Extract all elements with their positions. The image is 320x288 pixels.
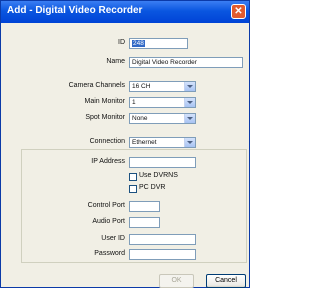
ip-address-label: IP Address: [91, 158, 125, 165]
close-icon: ✕: [234, 6, 243, 17]
user-id-field[interactable]: [129, 234, 196, 245]
pc-dvr-checkbox[interactable]: [129, 185, 137, 193]
use-dvrns-label: Use DVRNS: [139, 172, 178, 179]
control-port-label: Control Port: [87, 202, 125, 209]
spot-monitor-label: Spot Monitor: [85, 114, 125, 121]
connection-label: Connection: [89, 138, 125, 145]
password-label: Password: [94, 250, 125, 257]
connection-select[interactable]: Ethernet: [129, 137, 196, 148]
use-dvrns-checkbox[interactable]: [129, 173, 137, 181]
spot-monitor-value: None: [132, 115, 148, 122]
audio-port-field[interactable]: [129, 217, 160, 228]
main-monitor-label: Main Monitor: [84, 98, 125, 105]
camera-channels-label: Camera Channels: [68, 82, 125, 89]
main-monitor-value: 1: [132, 99, 136, 106]
id-field[interactable]: 248: [129, 38, 188, 49]
spot-monitor-select[interactable]: None: [129, 113, 196, 124]
name-label: Name: [106, 58, 125, 65]
ok-button[interactable]: OK: [159, 274, 194, 288]
close-button[interactable]: ✕: [231, 4, 246, 19]
cancel-button[interactable]: Cancel: [206, 274, 246, 288]
audio-port-label: Audio Port: [92, 218, 125, 225]
main-monitor-select[interactable]: 1: [129, 97, 196, 108]
ip-address-field[interactable]: [129, 157, 196, 168]
title-bar[interactable]: Add - Digital Video Recorder ✕: [1, 1, 249, 23]
connection-value: Ethernet: [132, 139, 157, 146]
camera-channels-select[interactable]: 16 CH: [129, 81, 196, 92]
pc-dvr-label: PC DVR: [139, 184, 166, 191]
name-field[interactable]: Digital Video Recorder: [129, 57, 243, 68]
add-dvr-dialog: Add - Digital Video Recorder ✕ ID 248 Na…: [0, 0, 250, 288]
chevron-down-icon[interactable]: [184, 114, 195, 123]
chevron-down-icon[interactable]: [184, 138, 195, 147]
chevron-down-icon[interactable]: [184, 82, 195, 91]
user-id-label: User ID: [101, 235, 125, 242]
chevron-down-icon[interactable]: [184, 98, 195, 107]
control-port-field[interactable]: [129, 201, 160, 212]
dialog-title: Add - Digital Video Recorder: [7, 5, 143, 16]
password-field[interactable]: [129, 249, 196, 260]
id-label: ID: [118, 39, 125, 46]
id-value: 248: [132, 40, 145, 47]
camera-channels-value: 16 CH: [132, 83, 151, 90]
